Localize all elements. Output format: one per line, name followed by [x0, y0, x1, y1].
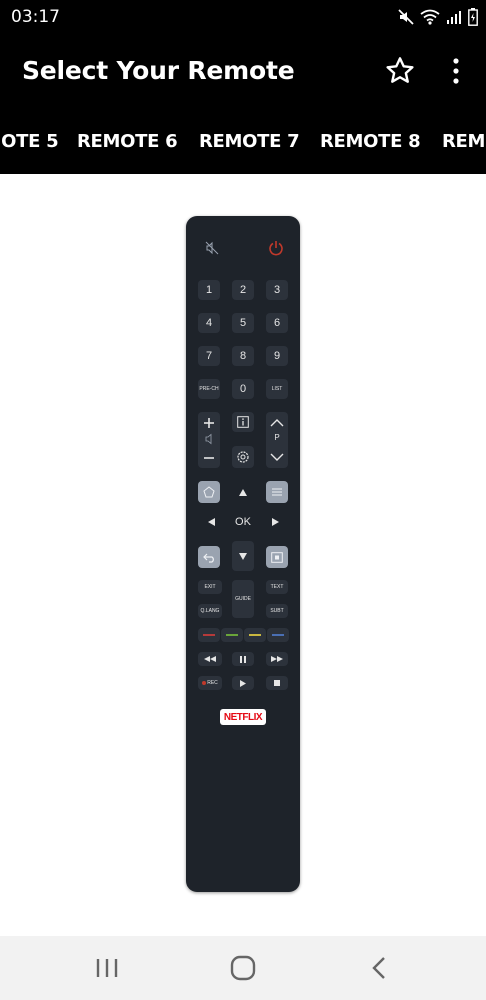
tab-remote-6[interactable]: REMOTE 6 [77, 131, 178, 152]
record-label: REC [207, 680, 218, 686]
left-arrow-icon [207, 518, 215, 526]
red-key-button[interactable] [198, 628, 220, 642]
stop-button[interactable] [266, 676, 288, 690]
recent-apps-button[interactable] [87, 950, 127, 986]
gear-icon [237, 451, 249, 463]
down-arrow-icon [239, 552, 247, 560]
home-circle-icon [230, 955, 256, 981]
home-nav-button[interactable] [223, 950, 263, 986]
pause-button[interactable] [232, 652, 254, 666]
right-arrow-icon [271, 518, 279, 526]
record-dot-icon [202, 681, 207, 685]
num-2-button[interactable]: 2 [232, 280, 254, 300]
status-time: 03:17 [11, 7, 60, 27]
mute-icon [398, 9, 414, 25]
menu-icon [272, 488, 282, 496]
num-7-button[interactable]: 7 [198, 346, 220, 366]
more-options-button[interactable] [446, 54, 466, 88]
num-4-button[interactable]: 4 [198, 313, 220, 333]
battery-icon [468, 8, 478, 26]
tab-remote-7[interactable]: REMOTE 7 [199, 131, 300, 152]
system-nav-bar [0, 936, 486, 1000]
down-arrow-button[interactable] [232, 541, 254, 571]
guide-button[interactable]: GUIDE [232, 580, 254, 618]
right-arrow-button[interactable] [268, 514, 282, 530]
wifi-icon [420, 9, 440, 25]
num-0-button[interactable]: 0 [232, 379, 254, 399]
fast-forward-button[interactable] [266, 652, 288, 666]
num-3-button[interactable]: 3 [266, 280, 288, 300]
home-icon [203, 486, 215, 498]
remote-tabs: REMOTE 5 REMOTE 6 REMOTE 7 REMOTE 8 REMO… [0, 106, 486, 174]
fast-forward-icon [271, 656, 283, 662]
signal-icon [447, 11, 461, 24]
red-key-bar [203, 634, 215, 636]
pre-ch-button[interactable]: PRE-CH [198, 379, 220, 399]
star-icon [386, 57, 414, 83]
num-8-button[interactable]: 8 [232, 346, 254, 366]
volume-rocker-icon [204, 418, 214, 459]
pause-icon [240, 655, 246, 663]
recent-apps-icon [96, 959, 118, 977]
tab-remote-5[interactable]: REMOTE 5 [0, 131, 59, 152]
back-button[interactable] [198, 546, 220, 568]
status-icons [398, 6, 478, 28]
list-button[interactable]: LIST [266, 379, 288, 399]
back-chevron-icon [372, 957, 385, 979]
tab-remote-8[interactable]: REMOTE 8 [320, 131, 421, 152]
play-icon [240, 679, 246, 687]
text-button[interactable]: TEXT [266, 580, 288, 594]
stop-icon [274, 680, 280, 686]
num-5-button[interactable]: 5 [232, 313, 254, 333]
num-6-button[interactable]: 6 [266, 313, 288, 333]
netflix-button[interactable]: NETFLIX [220, 709, 266, 725]
source-button[interactable] [266, 546, 288, 568]
power-icon [269, 241, 283, 256]
yellow-key-button[interactable] [244, 628, 266, 642]
yellow-key-bar [249, 634, 261, 636]
info-icon [237, 416, 249, 428]
num-1-button[interactable]: 1 [198, 280, 220, 300]
source-icon [271, 551, 283, 563]
record-button[interactable]: REC [198, 676, 222, 690]
menu-button[interactable] [266, 481, 288, 503]
ok-button[interactable]: OK [230, 514, 256, 530]
left-arrow-button[interactable] [204, 514, 218, 530]
more-vert-icon [453, 58, 459, 84]
speaker-mute-icon [205, 241, 219, 255]
favorite-button[interactable] [384, 55, 416, 87]
channel-label: P [274, 433, 280, 442]
q-lang-button[interactable]: Q.LANG [198, 604, 222, 618]
back-icon [202, 553, 214, 563]
remote-control-image: 1 2 3 4 5 6 7 8 9 PRE-CH 0 LIST P OK EXI… [186, 216, 300, 892]
rewind-icon [204, 656, 216, 662]
subt-button[interactable]: SUBT [266, 604, 288, 618]
play-button[interactable] [232, 676, 254, 690]
tab-remote-9[interactable]: REMOTE 9 [442, 131, 486, 152]
blue-key-bar [272, 634, 284, 636]
home-button[interactable] [198, 481, 220, 503]
green-key-bar [226, 634, 238, 636]
up-arrow-button[interactable] [234, 483, 252, 501]
status-bar: 03:17 [0, 0, 486, 36]
rewind-button[interactable] [198, 652, 222, 666]
blue-key-button[interactable] [267, 628, 289, 642]
back-nav-button[interactable] [359, 950, 399, 986]
channel-rocker[interactable]: P [266, 412, 288, 468]
num-9-button[interactable]: 9 [266, 346, 288, 366]
info-button[interactable] [232, 412, 254, 432]
page-title: Select Your Remote [22, 56, 295, 85]
volume-rocker[interactable] [198, 412, 220, 468]
mute-button[interactable] [202, 238, 222, 258]
green-key-button[interactable] [221, 628, 243, 642]
app-bar: Select Your Remote [0, 36, 486, 106]
settings-button[interactable] [232, 446, 254, 468]
up-arrow-icon [239, 488, 247, 496]
exit-button[interactable]: EXIT [198, 580, 222, 594]
power-button[interactable] [266, 238, 286, 258]
